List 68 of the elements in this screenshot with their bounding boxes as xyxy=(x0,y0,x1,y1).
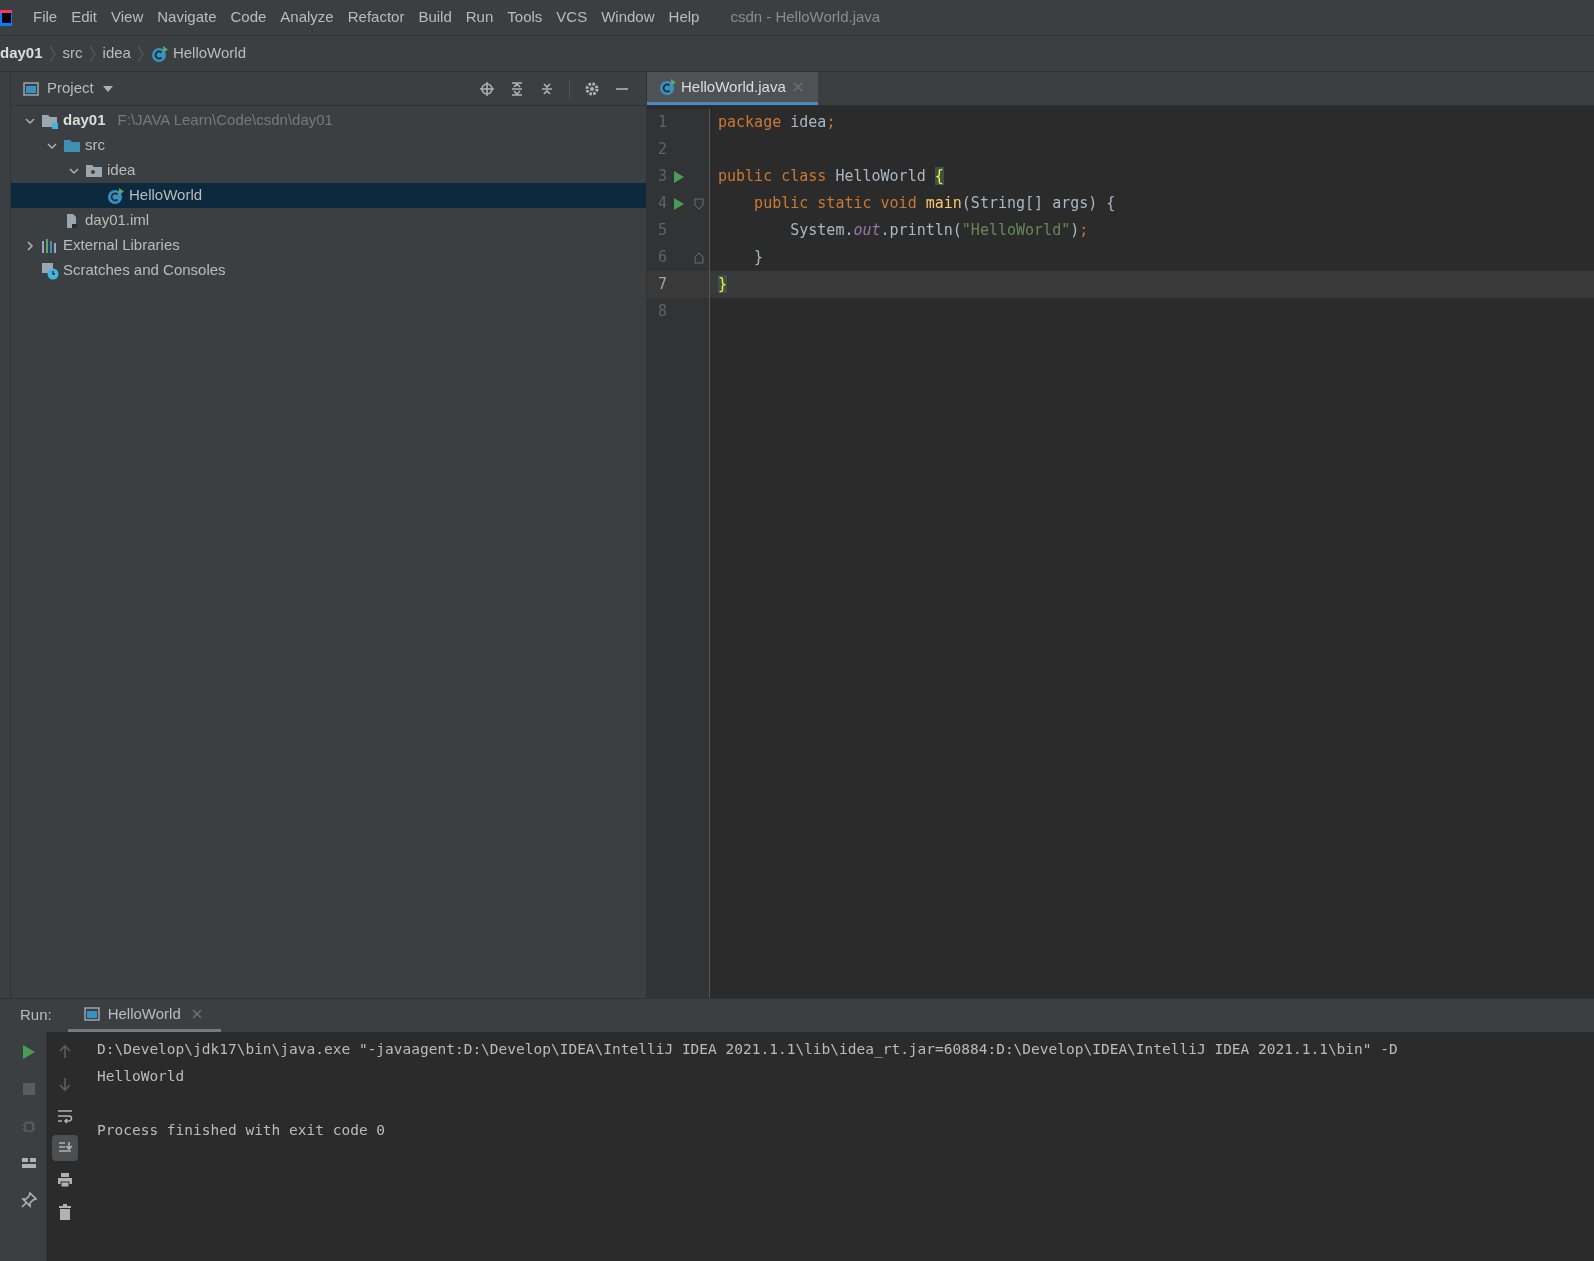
menu-item[interactable]: Help xyxy=(661,6,707,29)
menu-item[interactable]: Run xyxy=(458,6,501,29)
tree-item[interactable]: External Libraries xyxy=(11,233,646,258)
breadcrumb-item[interactable]: src xyxy=(62,42,83,65)
menu-item[interactable]: Navigate xyxy=(150,6,224,29)
scroll-to-end-button[interactable] xyxy=(52,1135,78,1161)
layout-icon[interactable] xyxy=(20,1156,37,1170)
code-line: } xyxy=(753,247,764,269)
console-line: D:\Develop\jdk17\bin\java.exe "-javaagent:D:\Develop\IDEA\IntelliJ IDEA 2021.1.1\lib\idea_rt.jar=60884:D:\Develop\IDEA\IntelliJ IDEA 2021.1.1\bin" -D xyxy=(97,1039,1398,1060)
run-icon[interactable] xyxy=(673,169,685,184)
libraries-icon xyxy=(41,237,59,254)
app-logo-icon xyxy=(0,8,14,27)
pin-icon[interactable] xyxy=(20,1192,37,1208)
code-line: System.out.println("HelloWorld"); xyxy=(789,220,1089,242)
dropdown-arrow-icon[interactable] xyxy=(101,84,114,93)
menu-item[interactable]: Analyze xyxy=(273,6,341,29)
folder-icon xyxy=(63,137,81,154)
fold-icon[interactable] xyxy=(694,197,704,210)
class-icon xyxy=(659,79,677,95)
menu-item[interactable]: Refactor xyxy=(340,6,412,29)
panel-title: Run: xyxy=(20,1005,52,1026)
tree-item[interactable]: day01.iml xyxy=(11,208,646,233)
tree-item[interactable]: Scratches and Consoles xyxy=(11,258,646,283)
code-line: package idea; xyxy=(718,112,836,134)
module-folder-icon xyxy=(41,112,59,129)
menu-item[interactable]: Window xyxy=(594,6,662,29)
breadcrumb-item[interactable]: HelloWorld xyxy=(150,42,246,65)
collapse-all-icon[interactable] xyxy=(539,80,555,97)
menu-item[interactable]: Build xyxy=(411,6,459,29)
menu-item[interactable]: VCS xyxy=(549,6,595,29)
fold-end-icon[interactable] xyxy=(694,251,704,264)
expand-all-icon[interactable] xyxy=(509,80,525,97)
breadcrumb-item[interactable]: idea xyxy=(102,42,131,65)
run-icon[interactable] xyxy=(673,196,685,211)
console-line: Process finished with exit code 0 xyxy=(97,1120,386,1140)
tree-item[interactable]: day01 F:\JAVA Learn\Code\csdn\day01 xyxy=(11,108,646,133)
menu-item[interactable]: File xyxy=(26,6,65,29)
console-line: HelloWorld xyxy=(97,1066,185,1086)
tree-item[interactable]: HelloWorld xyxy=(11,183,646,208)
menu-item[interactable]: View xyxy=(104,6,151,29)
window-title: csdn - HelloWorld.java xyxy=(730,7,881,28)
scratches-icon xyxy=(41,261,59,280)
trash-icon[interactable] xyxy=(58,1204,72,1220)
package-folder-icon xyxy=(85,162,103,179)
code-line: public static void main(String[] args) { xyxy=(753,193,1116,215)
soft-wrap-icon[interactable] xyxy=(57,1108,73,1124)
panel-title[interactable]: Project xyxy=(47,77,94,100)
menu-item[interactable]: Code xyxy=(223,6,274,29)
print-icon[interactable] xyxy=(57,1172,73,1188)
breadcrumb-item[interactable]: day01 xyxy=(0,42,43,65)
editor-tab[interactable]: HelloWorld.java xyxy=(647,72,818,105)
menu-item[interactable]: Tools xyxy=(500,6,550,29)
chevron-right-icon xyxy=(136,44,145,63)
tree-item[interactable]: idea xyxy=(11,158,646,183)
class-icon xyxy=(150,45,169,62)
code-line: public class HelloWorld { xyxy=(718,166,944,188)
chevron-right-icon[interactable] xyxy=(24,239,36,252)
console-icon xyxy=(83,1007,100,1021)
window-icon xyxy=(23,81,39,96)
locate-icon[interactable] xyxy=(479,80,495,97)
chevron-right-icon xyxy=(88,44,97,63)
menu-item[interactable]: Edit xyxy=(64,6,105,29)
tree-item[interactable]: src xyxy=(11,133,646,158)
run-icon[interactable] xyxy=(21,1044,36,1060)
chevron-right-icon xyxy=(48,44,57,63)
class-icon xyxy=(107,187,125,204)
line-number: 7 xyxy=(656,274,667,296)
settings-icon[interactable] xyxy=(584,80,600,97)
